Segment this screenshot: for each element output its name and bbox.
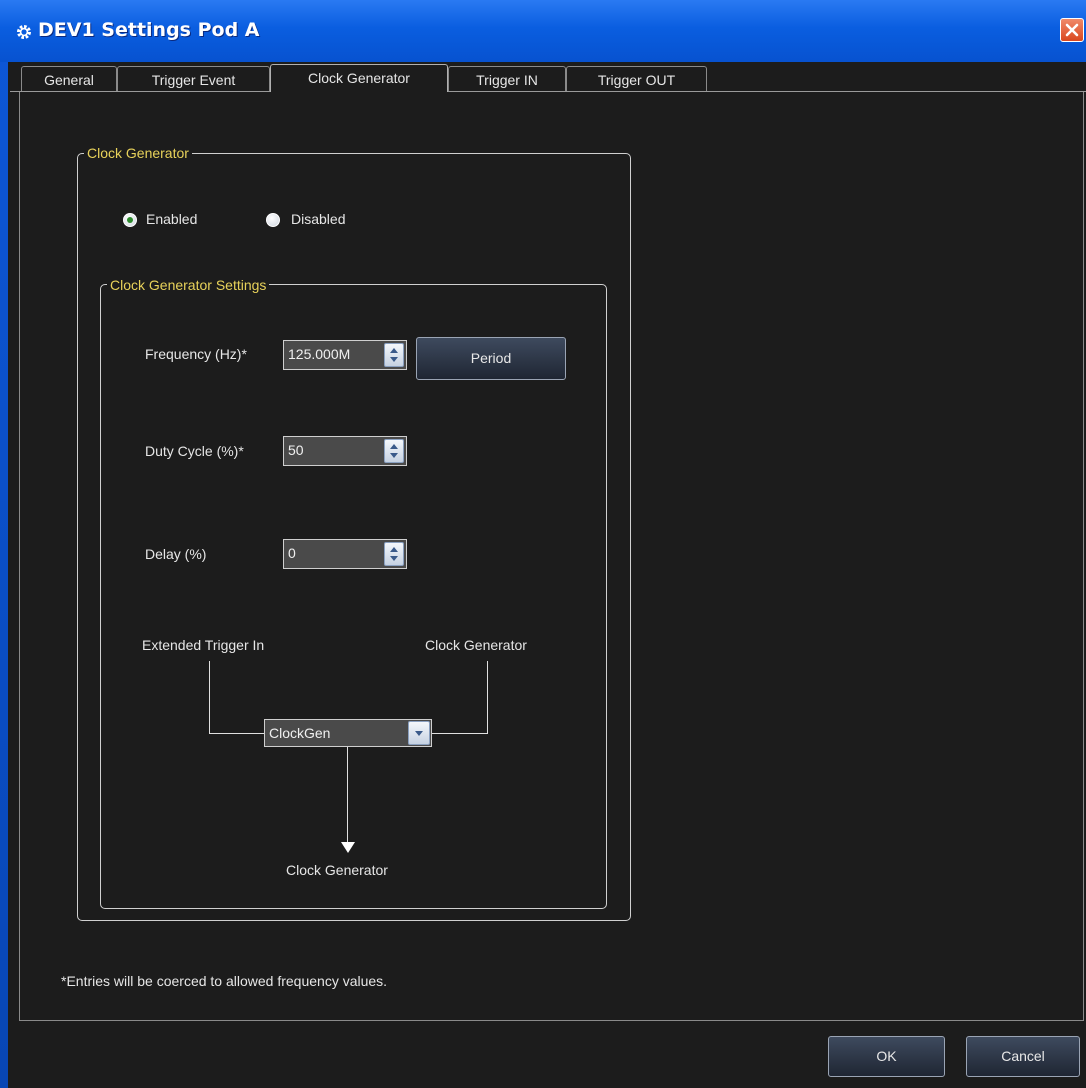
enabled-radio[interactable] [123,213,137,227]
tab-clock-generator[interactable]: Clock Generator [270,64,448,92]
close-button[interactable] [1060,18,1084,42]
duty-cycle-label: Duty Cycle (%)* [145,443,244,459]
tab-trigger-in[interactable]: Trigger IN [448,66,566,92]
delay-stepper[interactable] [384,542,404,566]
chevron-down-icon[interactable] [408,721,430,745]
ok-button[interactable]: OK [828,1036,945,1077]
close-icon [1065,23,1079,37]
frequency-spinbox[interactable]: 125.000M [283,340,407,370]
title-bar[interactable]: DEV1 Settings Pod A [0,0,1086,62]
chevron-up-icon[interactable] [390,444,398,449]
window-title: DEV1 Settings Pod A [38,19,260,41]
clock-generator-group-title: Clock Generator [84,145,192,161]
clock-settings-group-title: Clock Generator Settings [107,277,270,293]
left-connector-line-horizontal [209,733,264,734]
output-connector-line [347,747,348,843]
left-connector-line [209,661,210,734]
clock-generator-source-label: Clock Generator [425,637,527,653]
gear-icon [17,25,31,39]
duty-cycle-stepper[interactable] [384,439,404,463]
frequency-label: Frequency (Hz)* [145,346,247,362]
disabled-radio[interactable] [266,213,280,227]
clock-source-value[interactable]: ClockGen [269,725,330,741]
clock-source-select[interactable]: ClockGen [264,719,432,747]
enabled-label[interactable]: Enabled [146,211,197,227]
right-connector-line-horizontal [432,733,488,734]
chevron-down-icon[interactable] [390,453,398,458]
right-connector-line [487,661,488,734]
arrow-down-icon [341,842,355,853]
tab-general[interactable]: General [21,66,117,92]
tab-trigger-event[interactable]: Trigger Event [117,66,270,92]
settings-window: DEV1 Settings Pod A General Trigger Even… [0,0,1086,1088]
frequency-stepper[interactable] [384,343,404,367]
tab-trigger-out[interactable]: Trigger OUT [566,66,707,92]
clock-generator-output-label: Clock Generator [286,862,388,878]
disabled-label[interactable]: Disabled [291,211,345,227]
extended-trigger-in-label: Extended Trigger In [142,637,265,653]
duty-cycle-value[interactable]: 50 [288,442,304,458]
duty-cycle-spinbox[interactable]: 50 [283,436,407,466]
cancel-button[interactable]: Cancel [966,1036,1080,1077]
period-button[interactable]: Period [416,337,566,380]
chevron-up-icon[interactable] [390,348,398,353]
chevron-down-icon[interactable] [390,556,398,561]
delay-label: Delay (%) [145,546,207,562]
chevron-up-icon[interactable] [390,547,398,552]
delay-spinbox[interactable]: 0 [283,539,407,569]
chevron-down-icon[interactable] [390,357,398,362]
footnote-text: *Entries will be coerced to allowed freq… [61,973,388,989]
frequency-value[interactable]: 125.000M [288,346,350,362]
delay-value[interactable]: 0 [288,545,296,561]
